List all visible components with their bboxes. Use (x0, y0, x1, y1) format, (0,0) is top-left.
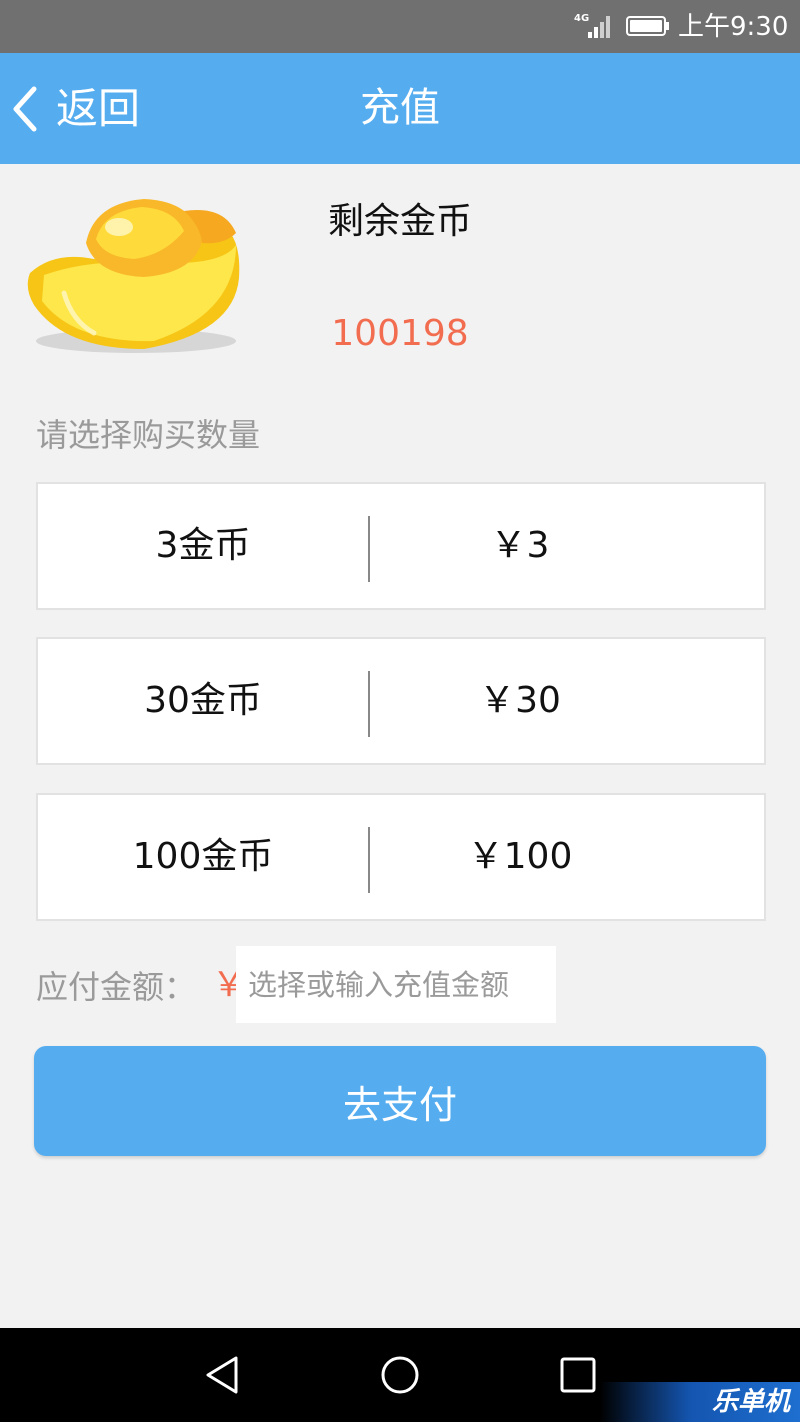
balance-label: 剩余金币 (327, 201, 472, 242)
status-time: 上午9:30 (678, 12, 789, 42)
watermark-logo: 乐单机 (600, 1382, 800, 1422)
option-3-coins[interactable]: 3金币 ￥3 (36, 482, 766, 610)
option-coins: 100金币 (132, 836, 274, 877)
title-bar: 返回 充值 (0, 53, 800, 164)
back-triangle-icon[interactable] (200, 1352, 246, 1398)
network-type: 4G (574, 13, 590, 24)
option-coins: 3金币 (155, 525, 251, 566)
balance-value: 100198 (331, 313, 469, 354)
option-coins: 30金币 (144, 680, 262, 721)
back-chevron-icon (13, 86, 37, 131)
home-circle-icon[interactable] (377, 1352, 423, 1398)
option-100-coins[interactable]: 100金币 ￥100 (36, 793, 766, 921)
signal-icon (588, 16, 610, 38)
watermark-text: 乐单机 (711, 1387, 790, 1417)
amount-due-label: 应付金额： (36, 968, 197, 1006)
gold-ingot-icon (27, 199, 240, 353)
status-bar: 4G 上午9:30 (0, 0, 800, 53)
back-label: 返回 (56, 84, 141, 133)
back-button[interactable]: 返回 (0, 53, 180, 164)
battery-icon (626, 16, 669, 36)
pay-button[interactable]: 去支付 (34, 1046, 766, 1156)
recents-square-icon[interactable] (555, 1352, 601, 1398)
amount-input[interactable] (236, 946, 556, 1023)
option-price: ￥100 (467, 836, 573, 877)
quantity-section-label: 请选择购买数量 (36, 416, 261, 454)
option-price: ￥30 (479, 680, 561, 721)
option-price: ￥3 (490, 525, 550, 566)
option-30-coins[interactable]: 30金币 ￥30 (36, 637, 766, 765)
